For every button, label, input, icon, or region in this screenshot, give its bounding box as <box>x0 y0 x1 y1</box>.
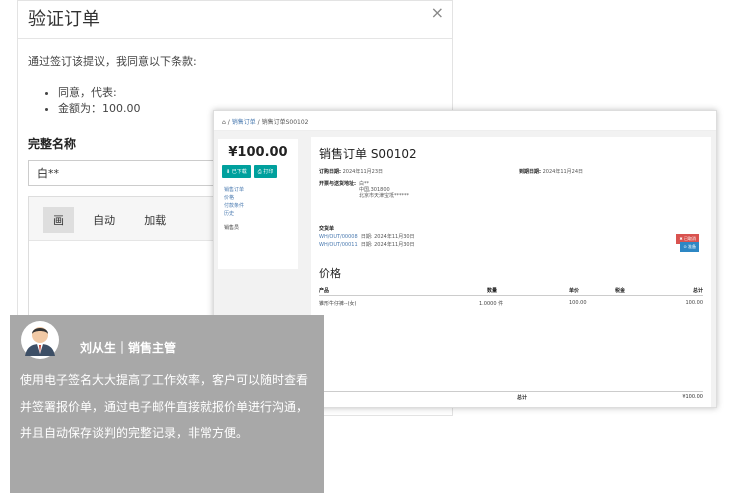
modal-title: 验证订单 <box>28 9 100 30</box>
download-button[interactable]: ⬇ 已下载 <box>222 165 251 178</box>
product-name: 锥形牛仔裤--(女) <box>319 301 357 307</box>
testimonial-author: 刘从生｜销售主管 <box>80 341 177 355</box>
order-dates: 订购日期: 2024年11月23日 到期日期: 2024年11月24日 <box>319 168 703 175</box>
col-product: 产品 <box>319 288 330 294</box>
close-icon[interactable]: × <box>431 3 444 22</box>
order-title: 销售订单 S00102 <box>319 147 417 161</box>
status-badge: ⊙ 准备 <box>680 242 699 252</box>
tab-upload[interactable]: 加载 <box>134 207 176 233</box>
salesperson-label: 销售员 <box>224 225 240 231</box>
col-unit-price: 单价 <box>569 288 580 294</box>
breadcrumb: ⌂ / 销售订单 / 销售订单S00102 <box>214 111 716 131</box>
breadcrumb-separator: / <box>257 119 260 126</box>
tab-auto[interactable]: 自动 <box>83 207 125 233</box>
order-amount: ¥100.00 <box>228 145 288 160</box>
delivery-date: 2024年11月30日 <box>374 242 415 248</box>
breadcrumb-current: 销售订单S00102 <box>261 119 309 126</box>
sidebar-item-payment-terms[interactable]: 付款条件 <box>224 202 298 210</box>
agreement-intro: 通过签订该提议，我同意以下条款: <box>28 55 197 68</box>
table-row: 锥形牛仔裤--(女) 1.0000 件 100.00 100.00 <box>319 298 703 309</box>
totals-row: 总计 ¥100.00 <box>319 391 703 403</box>
term-item: 同意，代表: <box>58 85 442 101</box>
order-date-label: 订购日期: <box>319 169 341 175</box>
table-header: 产品 数量 单价 税金 总计 <box>319 285 703 296</box>
print-button[interactable]: ⎙ 打印 <box>253 165 278 178</box>
action-buttons: ⬇ 已下载 ⎙ 打印 <box>218 165 298 178</box>
order-document: 销售订单 S00102 订购日期: 2024年11月23日 到期日期: 2024… <box>311 137 711 407</box>
sidebar-item-history[interactable]: 历史 <box>224 210 298 218</box>
delivery-ref[interactable]: WH/OUT/00011 <box>319 242 358 248</box>
product-unit-price: 100.00 <box>569 300 587 306</box>
delivery-ref[interactable]: WH/OUT/00008 <box>319 234 358 240</box>
order-date: 2024年11月23日 <box>342 169 384 175</box>
delivery-row: WH/OUT/00011 日期: 2024年11月30日 ⊙ 准备 <box>319 241 703 252</box>
modal-header: 验证订单 × <box>18 1 452 39</box>
delivery-date-label: 日期: <box>360 242 373 248</box>
total-value: ¥100.00 <box>682 394 703 400</box>
col-tax: 税金 <box>615 288 626 294</box>
due-date: 2024年11月24日 <box>542 169 584 175</box>
prices-heading: 价格 <box>319 267 341 280</box>
col-total: 总计 <box>692 288 703 294</box>
address-street: 北京市天津宝坻****** <box>359 193 410 199</box>
address-lines: 白** 中国,301800 北京市天津宝坻****** <box>359 181 409 199</box>
delivery-date: 2024年11月30日 <box>374 234 415 240</box>
sidebar-item-price[interactable]: 价格 <box>224 194 298 202</box>
col-quantity: 数量 <box>487 288 498 294</box>
delivery-row: WH/OUT/00008 日期: 2024年11月30日 ✖ 已取消 <box>319 233 703 244</box>
order-sidebar: ¥100.00 ⬇ 已下载 ⎙ 打印 销售订单 价格 付款条件 历史 销售员 <box>218 139 298 269</box>
delivery-section: 交货单 WH/OUT/00008 日期: 2024年11月30日 ✖ 已取消 W… <box>319 225 703 252</box>
address-block: 开票与送货地址: 白** 中国,301800 北京市天津宝坻****** <box>319 181 703 199</box>
testimonial-quote: 使用电子签名大大提高了工作效率，客户可以随时查看并签署报价单，通过电子邮件直接就… <box>20 373 309 440</box>
product-qty: 1.0000 件 <box>479 301 504 307</box>
product-total: 100.00 <box>685 300 704 306</box>
due-date-group: 到期日期: 2024年11月24日 <box>519 168 583 175</box>
due-date-label: 到期日期: <box>519 169 541 175</box>
tab-draw[interactable]: 画 <box>43 207 74 233</box>
breadcrumb-sales-orders[interactable]: 销售订单 <box>232 119 256 126</box>
breadcrumb-separator: / <box>227 119 230 126</box>
delivery-date-label: 日期: <box>360 234 373 240</box>
total-label: 总计 <box>517 395 528 401</box>
home-icon[interactable]: ⌂ <box>222 119 226 126</box>
person-avatar-icon <box>20 320 60 360</box>
address-label: 开票与送货地址: <box>319 181 357 187</box>
testimonial-card: 刘从生｜销售主管 使用电子签名大大提高了工作效率，客户可以随时查看并签署报价单，… <box>10 315 324 493</box>
delivery-label: 交货单 <box>319 226 335 232</box>
sidebar-links: 销售订单 价格 付款条件 历史 销售员 <box>218 186 298 232</box>
sidebar-item-sales-order[interactable]: 销售订单 <box>224 186 298 194</box>
